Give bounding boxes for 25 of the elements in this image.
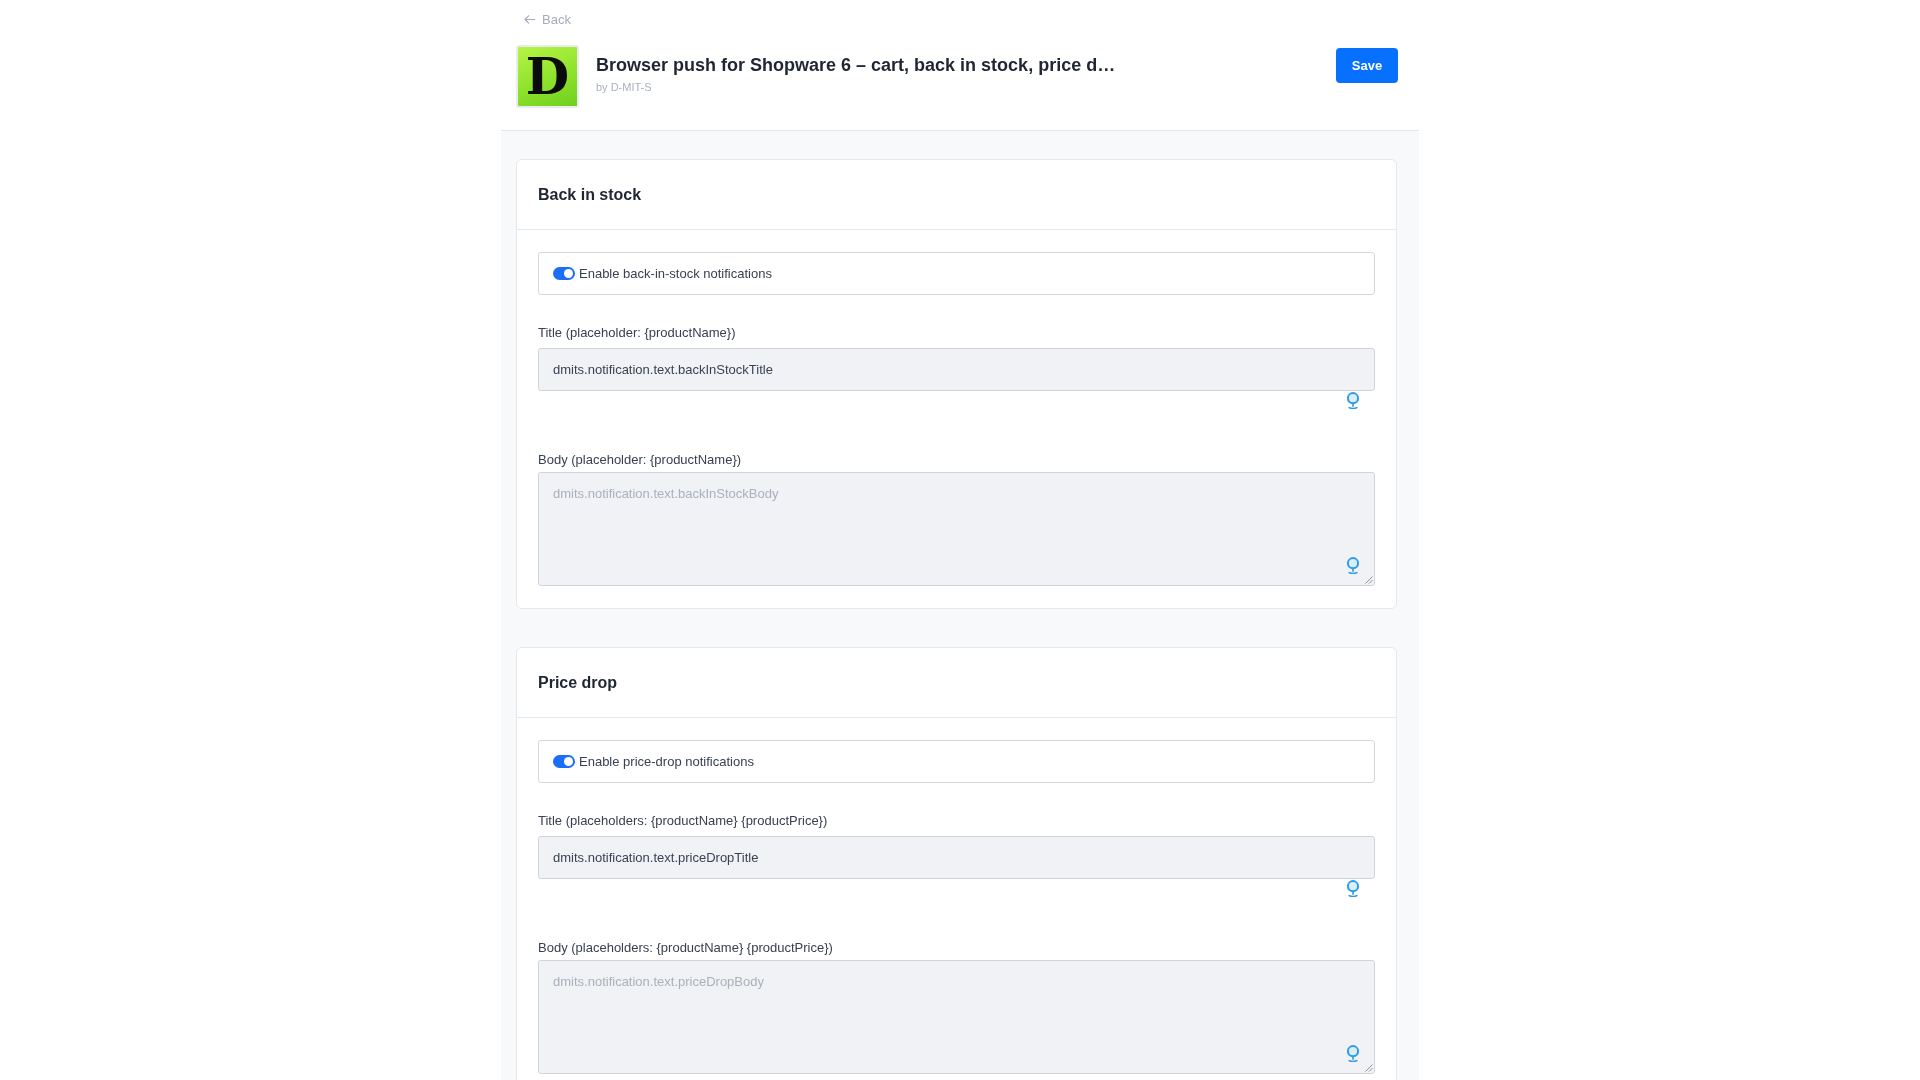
field-label: Body (placeholders: {productName} {productPrice}) (538, 940, 834, 956)
app-logo: D (516, 45, 579, 108)
section-title: Price drop (538, 673, 618, 692)
text-area[interactable]: dmits.notification.text.priceDropBody (538, 960, 1375, 1074)
text-input[interactable]: dmits.notification.text.priceDropTitle (538, 836, 1375, 879)
globe-icon[interactable] (1346, 392, 1360, 409)
field-label: Body (placeholder: {productName}) (538, 452, 743, 468)
page-title: Browser push for Shopware 6 – cart, back in stock, price d… (596, 54, 1117, 76)
save-button[interactable]: Save (1336, 48, 1398, 83)
field-label: Title (placeholders: {productName} {productPrice}) (538, 813, 829, 829)
toggle-label: Enable price-drop notifications (579, 754, 754, 769)
toggle-switch[interactable] (553, 267, 575, 280)
arrow-left-icon (524, 14, 535, 24)
text-area[interactable]: dmits.notification.text.backInStockBody (538, 472, 1375, 586)
globe-icon[interactable] (1346, 1045, 1360, 1062)
field-label: Title (placeholder: {productName}) (538, 325, 737, 341)
globe-icon[interactable] (1346, 557, 1360, 574)
globe-icon[interactable] (1346, 880, 1360, 897)
resize-handle-icon[interactable] (1365, 1064, 1373, 1072)
text-input[interactable]: dmits.notification.text.backInStockTitle (538, 348, 1375, 391)
author-text: by D-MIT-S (596, 80, 653, 94)
resize-handle-icon[interactable] (1365, 576, 1373, 584)
section-title: Back in stock (538, 185, 642, 204)
toggle-label: Enable back-in-stock notifications (579, 266, 772, 281)
toggle-switch[interactable] (553, 755, 575, 768)
